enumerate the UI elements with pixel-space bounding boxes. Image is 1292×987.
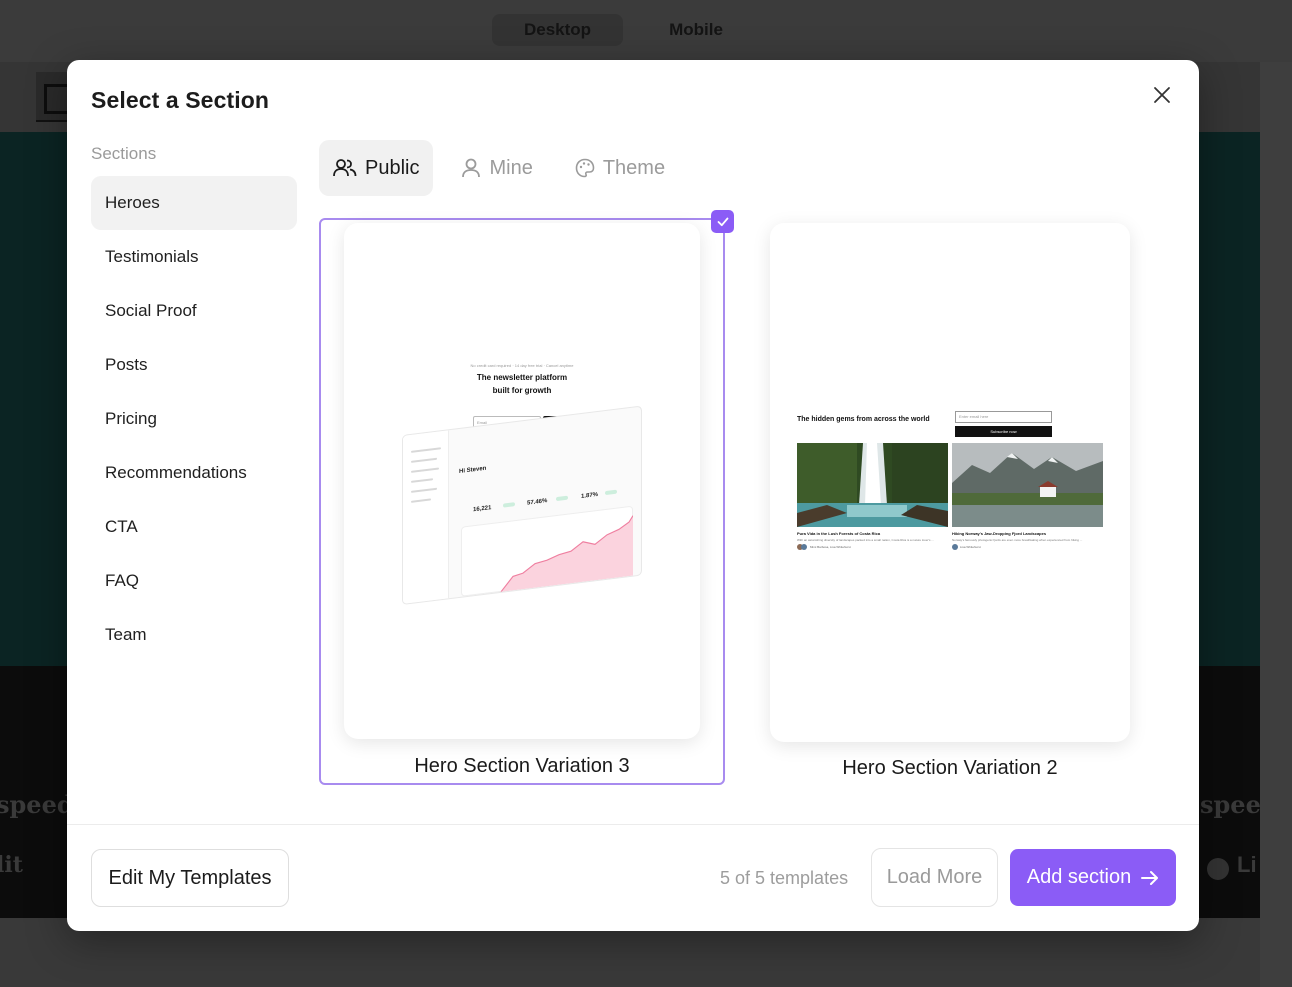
template-card-hero-variation-3[interactable]: No credit card required · 14 day free tr… <box>319 210 734 785</box>
palette-icon <box>575 158 595 178</box>
preview-tagline: No credit card required · 14 day free tr… <box>470 363 574 368</box>
users-icon <box>333 159 357 177</box>
add-section-button[interactable]: Add section <box>1010 849 1176 906</box>
load-more-button[interactable]: Load More <box>871 848 998 907</box>
selected-checkbox <box>711 210 734 233</box>
section-item-posts[interactable]: Posts <box>91 338 297 392</box>
template-card-title: Hero Section Variation 2 <box>842 757 1058 779</box>
template-card-hero-variation-2[interactable]: The hidden gems from across the world En… <box>770 223 1130 783</box>
preview-post-title: Pura Vida in the Lush Forests of Costa R… <box>797 531 881 536</box>
section-item-cta[interactable]: CTA <box>91 500 297 554</box>
close-button[interactable] <box>1149 82 1175 108</box>
preview-stat-chip <box>503 502 515 508</box>
tab-mine-label: Mine <box>489 156 533 179</box>
preview-dashboard-sidebar <box>403 430 449 604</box>
template-preview: The hidden gems from across the world En… <box>770 223 1130 742</box>
tab-public[interactable]: Public <box>319 140 434 196</box>
backdrop-logo-word: speed <box>0 790 74 819</box>
avatar <box>801 544 807 550</box>
backdrop-logo-word: Li <box>1237 852 1257 877</box>
preview-dashboard-greeting: Hi Steven <box>459 465 487 476</box>
edit-my-templates-button[interactable]: Edit My Templates <box>91 849 289 907</box>
preview-waterfall-image <box>797 443 948 527</box>
preview-headline-line: The newsletter platform <box>476 373 568 382</box>
preview-post-title: Hiking Norway's Jaw-Dropping Fjord Lands… <box>952 531 1047 536</box>
scrollbar-track <box>1260 62 1292 987</box>
preview-area-chart <box>500 515 633 593</box>
section-item-team[interactable]: Team <box>91 608 297 662</box>
close-icon <box>1154 87 1170 103</box>
preview-stat: 1.87% <box>581 491 599 501</box>
select-section-modal: Select a Section Sections Heroes Testimo… <box>67 60 1199 931</box>
sections-heading: Sections <box>91 144 157 163</box>
preview-post-excerpt: Norway's famously photogenic fjords are … <box>952 538 1083 542</box>
mobile-toggle[interactable]: Mobile <box>637 14 755 46</box>
tab-theme-label: Theme <box>602 156 666 179</box>
avatar <box>952 544 958 550</box>
waterfall-photo <box>797 443 948 527</box>
modal-title: Select a Section <box>91 87 270 113</box>
template-count: 5 of 5 templates <box>720 868 849 888</box>
preview-fjord-image <box>952 443 1103 527</box>
preview-post-authors: Lisa Whitehurst <box>960 545 981 549</box>
template-preview: No credit card required · 14 day free tr… <box>344 223 700 739</box>
preview-stat-chip <box>556 495 568 502</box>
section-item-heroes[interactable]: Heroes <box>91 176 297 230</box>
section-item-recommendations[interactable]: Recommendations <box>91 446 297 500</box>
preview-post-authors: Mimi Barbosa, Lisa Whitehurst <box>810 545 851 549</box>
preview-headline: The newsletter platform built for growth <box>344 371 700 397</box>
preview-headline: The hidden gems from across the world <box>797 416 930 423</box>
section-item-testimonials[interactable]: Testimonials <box>91 230 297 284</box>
backdrop-logo-mark <box>1207 858 1229 880</box>
preview-headline-line: built for growth <box>492 386 552 395</box>
template-card-title: Hero Section Variation 3 <box>414 755 630 777</box>
preview-stat-chip <box>605 489 617 496</box>
device-toggle: Desktop Mobile <box>492 14 755 46</box>
section-item-social-proof[interactable]: Social Proof <box>91 284 297 338</box>
preview-email-input: Enter email here <box>955 411 1052 423</box>
preview-dashboard-mockup: Hi Steven 16,221 57.46% 1.87% <box>402 405 642 605</box>
template-source-tabs: Public Mine Theme <box>319 140 679 196</box>
arrow-right-icon <box>1141 870 1159 885</box>
preview-subscribe-button: Subscribe now <box>955 426 1052 437</box>
preview-stat: 16,221 <box>473 505 492 514</box>
tab-theme[interactable]: Theme <box>561 140 679 196</box>
editor-topbar: Desktop Mobile <box>0 0 1292 62</box>
user-icon <box>462 158 481 178</box>
section-item-pricing[interactable]: Pricing <box>91 392 297 446</box>
backdrop-logo-word: lit <box>0 852 23 878</box>
add-section-label: Add section <box>1026 866 1132 888</box>
preview-post-excerpt: With an astonishing diversity of landsca… <box>797 538 934 542</box>
preview-stat: 57.46% <box>527 498 548 507</box>
section-list: Heroes Testimonials Social Proof Posts P… <box>91 176 297 662</box>
tab-mine[interactable]: Mine <box>447 140 546 196</box>
fjord-photo <box>952 443 1103 527</box>
tab-public-label: Public <box>365 156 420 179</box>
check-icon <box>717 217 728 226</box>
footer-divider <box>67 824 1199 825</box>
section-item-faq[interactable]: FAQ <box>91 554 297 608</box>
desktop-toggle[interactable]: Desktop <box>492 14 624 46</box>
